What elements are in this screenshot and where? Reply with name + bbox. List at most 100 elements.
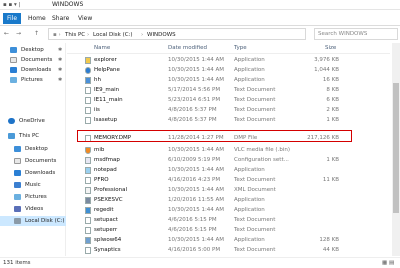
file-type: Application (234, 77, 265, 83)
table-row[interactable]: Synaptics 4/16/2016 5:00 PM Text Documen… (67, 245, 390, 255)
text-file-icon (85, 97, 91, 104)
table-row[interactable]: lsasetup 4/8/2016 5:37 PM Text Document … (67, 115, 390, 125)
desktop-icon (10, 47, 17, 53)
search-input[interactable]: Search WINDOWS (318, 31, 367, 37)
tab-home[interactable]: Home (24, 13, 50, 24)
text-file-icon (85, 87, 91, 94)
column-header-date[interactable]: Date modified (168, 45, 207, 51)
explorer-icon (85, 57, 91, 64)
vlc-icon (85, 147, 91, 154)
vertical-scrollbar[interactable] (392, 43, 400, 256)
file-name: Professional (94, 187, 128, 193)
column-header-size[interactable]: Size (325, 45, 336, 51)
address-row: ← → ↑ ▪ › This PC › Local Disk (C:) › WI… (0, 27, 400, 42)
registry-icon (85, 207, 91, 214)
status-bar: 131 items ▦ ▤ (0, 257, 400, 268)
file-date: 4/8/2016 5:37 PM (168, 107, 217, 113)
sidebar-item-pictures[interactable]: Pictures ✱ (0, 75, 66, 85)
file-date: 10/30/2015 1:44 AM (168, 67, 225, 73)
file-size: 1 KB (326, 117, 339, 123)
table-row[interactable]: notepad 10/30/2015 1:44 AM Application (67, 165, 390, 175)
file-date: 5/17/2014 5:56 PM (168, 87, 221, 93)
file-type: Text Document (234, 227, 276, 233)
view-toggle-icon[interactable]: ▦ ▤ (382, 260, 394, 266)
table-row[interactable]: msdfmap 6/10/2009 5:19 PM Configuration … (67, 155, 390, 165)
file-date: 4/16/2016 5:00 PM (168, 247, 221, 253)
tab-file[interactable]: File (3, 13, 21, 24)
sidebar-item-pictures[interactable]: Pictures (0, 192, 66, 202)
drive-icon (14, 218, 21, 224)
sidebar-item-documents[interactable]: Documents ✱ (0, 55, 66, 65)
table-row[interactable]: splwow64 10/30/2015 1:44 AM Application … (67, 235, 390, 245)
sidebar-item-label: Pictures (25, 194, 47, 200)
file-type: Configuration sett... (234, 157, 289, 163)
sidebar-item-videos[interactable]: Videos (0, 204, 66, 214)
navigation-pane: Desktop ✱ Documents ✱ Downloads ✱ Pictur… (0, 43, 66, 256)
file-type: Application (234, 167, 265, 173)
file-list: Name Date modified Type Size explorer 10… (67, 43, 390, 256)
file-size: 8 KB (326, 87, 339, 93)
breadcrumb-this-pc[interactable]: This PC (65, 32, 85, 38)
table-row[interactable]: HelpPane 10/30/2015 1:44 AM Application … (67, 65, 390, 75)
sidebar-item-desktop[interactable]: Desktop ✱ (0, 45, 66, 55)
sidebar-item-this-pc[interactable]: This PC (0, 131, 66, 141)
table-row[interactable]: IE9_main 5/17/2014 5:56 PM Text Document… (67, 85, 390, 95)
file-date: 10/30/2015 1:44 AM (168, 207, 225, 213)
file-date: 5/23/2014 6:51 PM (168, 97, 221, 103)
file-name: IE11_main (94, 97, 123, 103)
sidebar-item-label: Desktop (25, 146, 48, 152)
tab-share[interactable]: Share (48, 13, 73, 24)
window-title: WINDOWS (52, 1, 84, 8)
scrollbar-thumb[interactable] (393, 83, 399, 213)
address-bar[interactable]: ▪ › This PC › Local Disk (C:) › WINDOWS (48, 28, 306, 40)
tab-view[interactable]: View (74, 13, 96, 24)
sidebar-item-music[interactable]: Music (0, 180, 66, 190)
computer-icon (8, 133, 15, 139)
table-row[interactable]: PFRO 4/16/2016 4:23 PM Text Document 11 … (67, 175, 390, 185)
column-header-type[interactable]: Type (234, 45, 247, 51)
quick-access-toolbar[interactable]: ▪ ▪ ▾ | (3, 2, 20, 8)
documents-icon (14, 158, 21, 164)
file-size: 16 KB (322, 77, 339, 83)
up-button[interactable]: ↑ (34, 30, 39, 37)
breadcrumb-windows[interactable]: WINDOWS (147, 32, 176, 38)
file-size: 3,976 KB (314, 57, 339, 63)
table-row[interactable]: hh 10/30/2015 1:44 AM Application 16 KB (67, 75, 390, 85)
file-size: 2 KB (326, 107, 339, 113)
ribbon: File Home Share View (0, 11, 400, 26)
sidebar-item-label: Desktop (21, 47, 44, 53)
back-button[interactable]: ← (4, 30, 9, 37)
pin-icon: ✱ (58, 47, 63, 53)
file-size: 1 KB (326, 157, 339, 163)
table-row[interactable]: regedit 10/30/2015 1:44 AM Application (67, 205, 390, 215)
sidebar-item-downloads[interactable]: Downloads (0, 168, 66, 178)
sidebar-item-desktop[interactable]: Desktop (0, 144, 66, 154)
table-row[interactable]: mib 10/30/2015 1:44 AM VLC media file (.… (67, 145, 390, 155)
sidebar-item-local-disk[interactable]: Local Disk (C:) (0, 216, 66, 226)
column-header-name[interactable]: Name (94, 45, 110, 51)
forward-button[interactable]: → (16, 30, 21, 37)
file-type: Application (234, 207, 265, 213)
table-row[interactable]: IE11_main 5/23/2014 6:51 PM Text Documen… (67, 95, 390, 105)
file-type: XML Document (234, 187, 276, 193)
file-date: 10/30/2015 1:44 AM (168, 167, 225, 173)
file-type: Text Document (234, 177, 276, 183)
table-row[interactable]: Professional 10/30/2015 1:44 AM XML Docu… (67, 185, 390, 195)
file-type: Text Document (234, 87, 276, 93)
table-row[interactable]: setupact 4/6/2016 5:15 PM Text Document (67, 215, 390, 225)
sidebar-item-onedrive[interactable]: OneDrive (0, 116, 66, 126)
sidebar-item-label: Pictures (21, 77, 43, 83)
table-row[interactable]: setuperr 4/6/2016 5:15 PM Text Document (67, 225, 390, 235)
sidebar-item-documents[interactable]: Documents (0, 156, 66, 166)
item-count: 131 items (3, 260, 31, 266)
file-name: setupact (94, 217, 118, 223)
table-row[interactable]: iis 4/8/2016 5:37 PM Text Document 2 KB (67, 105, 390, 115)
file-name: Synaptics (94, 247, 121, 253)
breadcrumb-local-disk[interactable]: Local Disk (C:) (93, 32, 133, 38)
table-row[interactable]: explorer 10/30/2015 1:44 AM Application … (67, 55, 390, 65)
file-type: Application (234, 197, 265, 203)
music-icon (14, 182, 21, 188)
search-box[interactable]: Search WINDOWS (314, 28, 398, 40)
table-row[interactable]: PSEXESVC 1/20/2016 11:55 AM Application (67, 195, 390, 205)
sidebar-item-downloads[interactable]: Downloads ✱ (0, 65, 66, 75)
